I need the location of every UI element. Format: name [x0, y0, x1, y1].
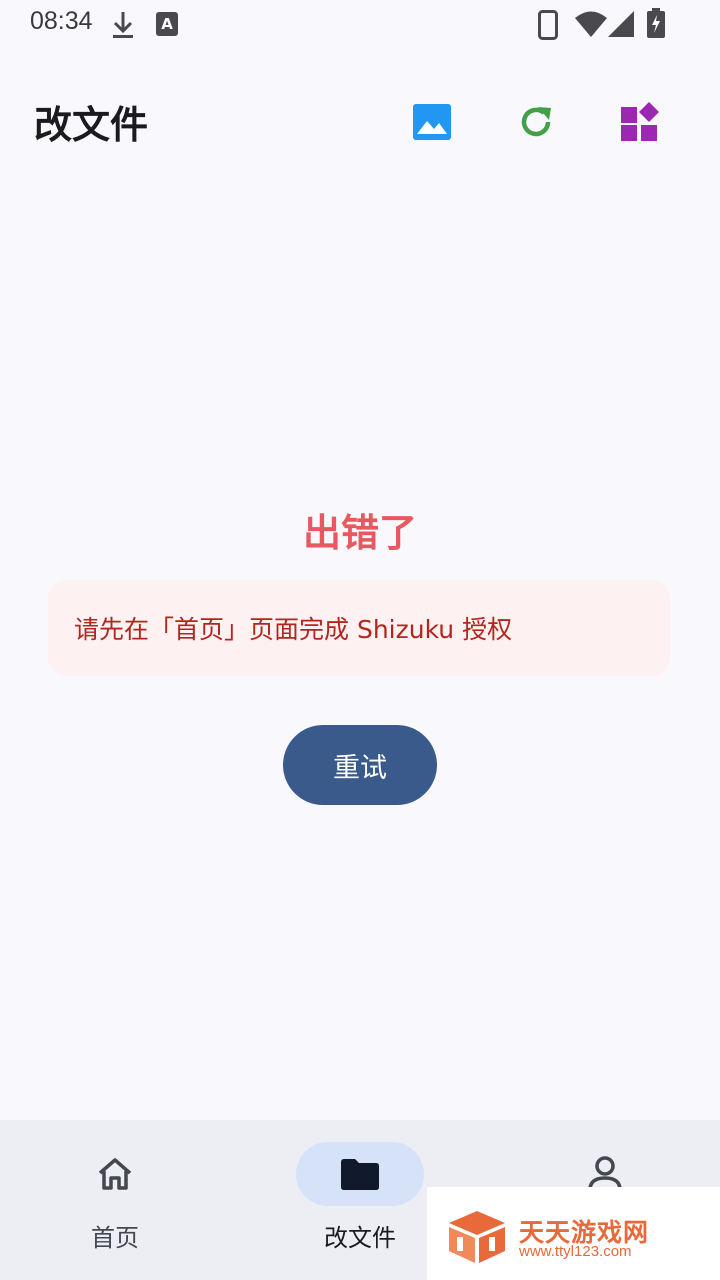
status-time: 08:34	[30, 7, 93, 35]
error-card: 请先在「首页」页面完成 Shizuku 授权	[48, 580, 670, 676]
refresh-icon	[521, 107, 551, 137]
battery-charging-icon	[647, 8, 665, 38]
nav-item-home[interactable]: 首页	[0, 1120, 235, 1280]
image-button[interactable]	[408, 98, 456, 146]
page-title: 改文件	[34, 103, 149, 147]
watermark-logo-icon	[449, 1211, 505, 1263]
status-bar: 08:34 A	[0, 0, 720, 48]
wifi-icon	[575, 11, 607, 37]
widgets-button[interactable]	[616, 98, 664, 146]
refresh-button[interactable]	[512, 98, 560, 146]
signal-icon	[608, 11, 634, 37]
widgets-icon	[621, 102, 659, 141]
folder-icon	[341, 1159, 379, 1190]
svg-text:A: A	[161, 15, 173, 33]
download-icon	[113, 12, 133, 38]
home-icon	[98, 1158, 132, 1190]
app-bar: 改文件	[0, 80, 720, 164]
phone-icon	[538, 10, 558, 40]
watermark-url: www.ttyl123.com	[519, 1243, 632, 1260]
error-message: 请先在「首页」页面完成 Shizuku 授权	[74, 615, 513, 644]
watermark: 天天游戏网 www.ttyl123.com	[427, 1187, 720, 1280]
retry-button[interactable]: 重试	[283, 725, 437, 805]
image-icon	[413, 104, 451, 140]
error-title: 出错了	[302, 511, 417, 555]
keyboard-a-icon: A	[156, 12, 178, 36]
nav-label-home: 首页	[91, 1224, 139, 1252]
